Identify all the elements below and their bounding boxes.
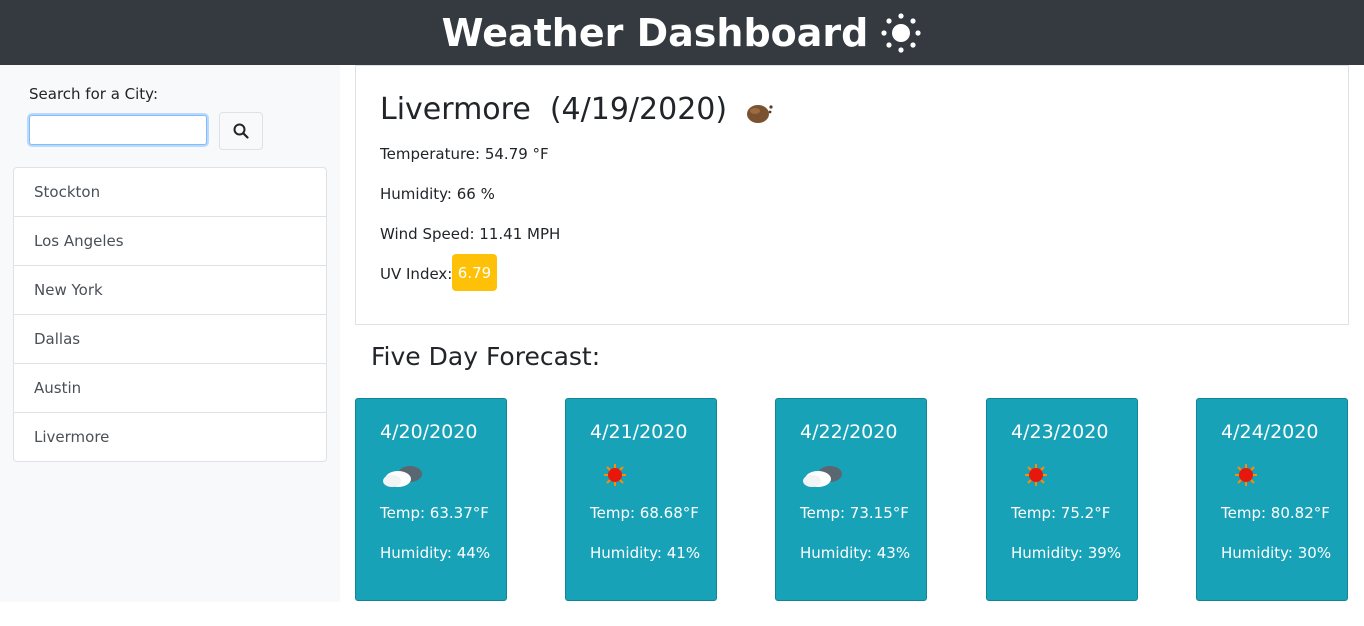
forecast-date: 4/20/2020: [380, 421, 478, 443]
forecast-card: 4/24/2020 Temp: 80.82°F Humidity: 30%: [1196, 398, 1348, 601]
partly-cloudy-icon: [803, 466, 842, 487]
forecast-card: 4/20/2020 Temp: 63.37°F Humidity: 44%: [355, 398, 507, 601]
forecast-temp: Temp: 73.15°F: [800, 504, 909, 522]
forecast-humidity: Humidity: 43%: [800, 544, 911, 562]
sun-icon: [604, 464, 626, 486]
current-weather-card: Livermore (4/19/2020) Temperature: 54.79…: [355, 65, 1349, 325]
search-icon: [233, 123, 249, 139]
current-temperature: Temperature: 54.79 °F: [380, 145, 549, 163]
city-item-los-angeles[interactable]: Los Angeles: [14, 217, 326, 266]
partly-cloudy-icon: [383, 466, 422, 487]
current-city-title: Livermore (4/19/2020): [380, 92, 728, 127]
city-item-dallas[interactable]: Dallas: [14, 315, 326, 364]
sun-icon: [1235, 464, 1257, 486]
city-item-stockton[interactable]: Stockton: [14, 168, 326, 217]
city-item-new-york[interactable]: New York: [14, 266, 326, 315]
forecast-date: 4/22/2020: [800, 421, 898, 443]
sun-icon: [881, 12, 921, 53]
forecast-humidity: Humidity: 30%: [1221, 544, 1332, 562]
forecast-temp: Temp: 68.68°F: [590, 504, 699, 522]
forecast-date: 4/24/2020: [1221, 421, 1319, 443]
search-label: Search for a City:: [29, 85, 159, 103]
forecast-temp: Temp: 63.37°F: [380, 504, 489, 522]
uv-index-badge: 6.79: [452, 254, 497, 291]
forecast-date: 4/23/2020: [1011, 421, 1109, 443]
cloud-night-icon: [747, 105, 773, 123]
page-title: Weather Dashboard: [441, 10, 869, 55]
forecast-card: 4/23/2020 Temp: 75.2°F Humidity: 39%: [986, 398, 1138, 601]
current-humidity: Humidity: 66 %: [380, 185, 495, 203]
search-input[interactable]: [29, 115, 207, 145]
forecast-temp: Temp: 80.82°F: [1221, 504, 1330, 522]
city-item-austin[interactable]: Austin: [14, 364, 326, 413]
current-wind-speed: Wind Speed: 11.41 MPH: [380, 225, 561, 243]
uv-index-label: UV Index:: [380, 265, 453, 283]
sidebar: Search for a City: Stockton Los Angeles …: [0, 65, 340, 602]
forecast-temp: Temp: 75.2°F: [1011, 504, 1111, 522]
forecast-humidity: Humidity: 41%: [590, 544, 701, 562]
sun-icon: [1025, 464, 1047, 486]
forecast-date: 4/21/2020: [590, 421, 688, 443]
forecast-card: 4/22/2020 Temp: 73.15°F Humidity: 43%: [775, 398, 927, 601]
city-item-livermore[interactable]: Livermore: [14, 413, 326, 461]
forecast-heading: Five Day Forecast:: [371, 342, 601, 371]
forecast-humidity: Humidity: 39%: [1011, 544, 1122, 562]
city-history-list: Stockton Los Angeles New York Dallas Aus…: [13, 167, 327, 462]
forecast-card: 4/21/2020 Temp: 68.68°F Humidity: 41%: [565, 398, 717, 601]
app-header: Weather Dashboard: [0, 0, 1364, 65]
search-button[interactable]: [219, 112, 263, 150]
forecast-humidity: Humidity: 44%: [380, 544, 491, 562]
